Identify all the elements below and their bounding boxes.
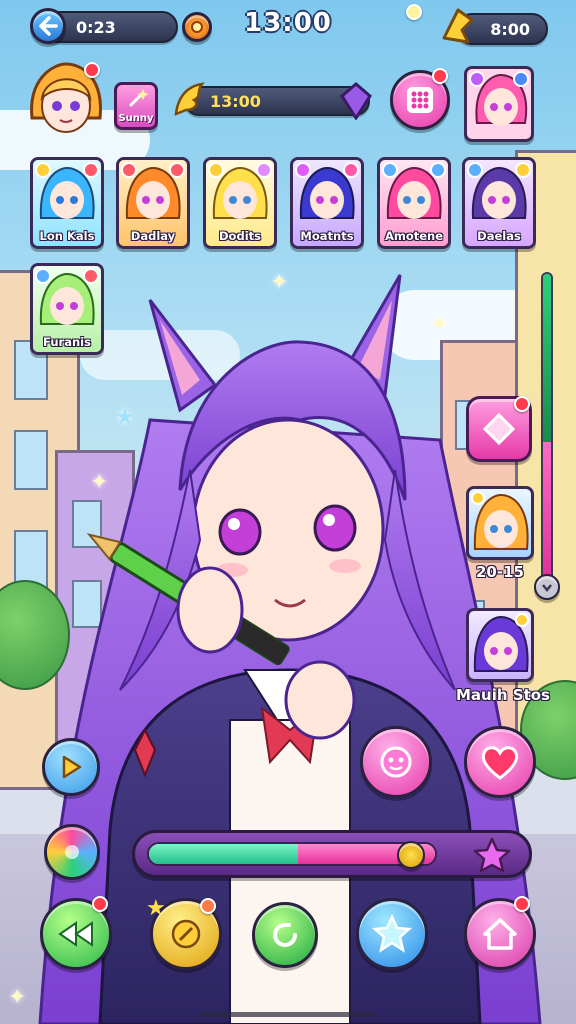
sparkle-icon: ★ bbox=[146, 896, 166, 921]
profile-timer: 13:00 bbox=[210, 92, 261, 111]
palette-icon bbox=[65, 845, 79, 859]
menu-notification-badge bbox=[432, 68, 448, 84]
color-wheel-button[interactable] bbox=[44, 824, 100, 880]
grid-menu-icon bbox=[407, 87, 433, 113]
card-rarity-icon bbox=[83, 268, 99, 284]
card-element-icon bbox=[35, 268, 51, 284]
card-rarity-icon bbox=[430, 162, 446, 178]
experience-progress bbox=[132, 830, 532, 878]
slider-fill-bottom bbox=[543, 442, 551, 580]
profile-name-button[interactable]: Sunny bbox=[114, 82, 158, 130]
roster-card-1[interactable]: Lon Kals bbox=[30, 157, 104, 249]
side-character-card-1[interactable] bbox=[466, 486, 534, 560]
slider-fill-top bbox=[543, 274, 551, 443]
card-element-icon bbox=[467, 162, 483, 178]
gem-icon bbox=[340, 82, 372, 120]
play-button[interactable] bbox=[42, 738, 100, 796]
card-rarity-icon bbox=[515, 613, 529, 627]
card-rarity-icon bbox=[169, 162, 185, 178]
roster-card-2[interactable]: Dadlay bbox=[116, 157, 190, 249]
diamond-icon bbox=[482, 412, 516, 446]
side-card-1-caption: 20-15 bbox=[476, 563, 524, 581]
side-card-2-caption: Mauih Stos bbox=[456, 686, 550, 704]
card-element-icon bbox=[295, 162, 311, 178]
crystal-wing-icon[interactable] bbox=[438, 6, 478, 46]
wing-icon bbox=[174, 82, 205, 116]
roster-card-name: Dadlay bbox=[130, 229, 176, 243]
crystal-button[interactable] bbox=[356, 898, 428, 970]
roster-card-name: Daelas bbox=[477, 229, 521, 243]
progress-fill-primary bbox=[149, 844, 298, 864]
emote-button[interactable] bbox=[360, 726, 432, 798]
card-rarity-icon bbox=[83, 162, 99, 178]
roster-card-name: Moatnts bbox=[300, 229, 354, 243]
card-rarity-icon bbox=[513, 71, 529, 87]
favorite-button[interactable] bbox=[464, 726, 536, 798]
roster-card-name: Dodits bbox=[219, 229, 261, 243]
shop-notification-badge bbox=[514, 396, 530, 412]
home-indicator bbox=[200, 1012, 376, 1017]
card-rarity-icon bbox=[256, 162, 272, 178]
card-element-icon bbox=[208, 162, 224, 178]
card-element-icon bbox=[121, 162, 137, 178]
rewind-notification-badge bbox=[92, 896, 108, 912]
crystal-icon bbox=[372, 914, 412, 953]
roster-card-5[interactable]: Amotene bbox=[377, 157, 451, 249]
heart-icon bbox=[481, 746, 519, 780]
roster-card-3[interactable]: Dodits bbox=[203, 157, 277, 249]
profile-name: Sunny bbox=[118, 113, 154, 124]
card-rarity-icon bbox=[343, 162, 359, 178]
side-character-card-2[interactable] bbox=[466, 608, 534, 682]
roster-card-name: Furanis bbox=[43, 335, 91, 349]
refresh-button[interactable] bbox=[252, 902, 318, 968]
star-icon bbox=[473, 837, 511, 873]
progress-coin-icon bbox=[397, 841, 425, 869]
sun-emblem-icon bbox=[171, 919, 201, 949]
rewind-icon bbox=[58, 921, 93, 947]
roster-card-6[interactable]: Daelas bbox=[462, 157, 536, 249]
roster-card-7[interactable]: Furanis bbox=[30, 263, 104, 355]
roster-card-name: Lon Kals bbox=[39, 229, 95, 243]
scroll-down-button[interactable] bbox=[534, 574, 560, 600]
sparkle-indicator bbox=[406, 4, 422, 20]
play-icon bbox=[62, 755, 82, 779]
home-icon bbox=[483, 918, 517, 950]
bonus-notification-badge bbox=[200, 898, 216, 914]
card-element-icon bbox=[35, 162, 51, 178]
roster-card-4[interactable]: Moatnts bbox=[290, 157, 364, 249]
vertical-slider[interactable] bbox=[541, 272, 553, 582]
home-notification-badge bbox=[514, 896, 530, 912]
refresh-icon bbox=[273, 923, 297, 947]
chevron-down-icon bbox=[542, 584, 552, 593]
featured-character-card[interactable] bbox=[464, 66, 534, 142]
card-element-icon bbox=[469, 71, 485, 87]
card-element-icon bbox=[382, 162, 398, 178]
card-rarity-icon bbox=[515, 162, 531, 178]
face-icon bbox=[380, 746, 412, 778]
avatar-notification-badge bbox=[84, 62, 100, 78]
progress-track bbox=[147, 842, 437, 866]
right-counter-text: 8:00 bbox=[490, 20, 530, 39]
wand-icon bbox=[129, 89, 149, 107]
card-element-icon bbox=[471, 491, 485, 505]
roster-card-name: Amotene bbox=[384, 229, 444, 243]
